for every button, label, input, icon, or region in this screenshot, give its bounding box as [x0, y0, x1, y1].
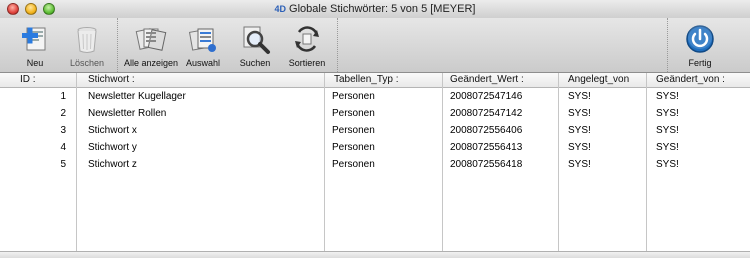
- cell-geaendert-von: SYS!: [656, 159, 679, 170]
- column-header-geaendert-wert[interactable]: Geändert_Wert :: [446, 73, 556, 87]
- column-header-angelegt-von[interactable]: Angelegt_von: [564, 73, 646, 87]
- table-header: ID : Stichwort : Tabellen_Typ : Geändert…: [0, 73, 750, 88]
- new-button-label: Neu: [26, 58, 44, 68]
- cell-tabellen-typ: Personen: [332, 159, 375, 170]
- cell-tabellen-typ: Personen: [332, 108, 375, 119]
- toolbar-separator: [667, 18, 668, 72]
- cell-angelegt-von: SYS!: [568, 142, 591, 153]
- sort-button[interactable]: Sortieren: [277, 20, 337, 70]
- table-row[interactable]: 5 Stichwort z Personen 2008072556418 SYS…: [0, 156, 750, 173]
- window-title: Globale Stichwörter: 5 von 5 [MEYER]: [289, 3, 476, 15]
- search-button-label: Suchen: [239, 58, 271, 68]
- cell-angelegt-von: SYS!: [568, 125, 591, 136]
- cell-id: 4: [60, 142, 66, 153]
- cell-geaendert-wert: 2008072556413: [450, 142, 523, 153]
- cell-geaendert-von: SYS!: [656, 108, 679, 119]
- show-all-button-label: Alle anzeigen: [123, 58, 179, 68]
- table-row[interactable]: 4 Stichwort y Personen 2008072556413 SYS…: [0, 139, 750, 156]
- table-row[interactable]: 1 Newsletter Kugellager Personen 2008072…: [0, 88, 750, 105]
- title-bar: 4D Globale Stichwörter: 5 von 5 [MEYER]: [0, 0, 750, 19]
- show-all-icon: [135, 28, 167, 51]
- magnifier-icon: [243, 26, 270, 54]
- cell-geaendert-von: SYS!: [656, 142, 679, 153]
- table-row[interactable]: 2 Newsletter Rollen Personen 20080725471…: [0, 105, 750, 122]
- cell-geaendert-wert: 2008072556406: [450, 125, 523, 136]
- toolbar-separator: [117, 18, 118, 72]
- app-logo-icon: 4D: [274, 4, 287, 14]
- delete-button-label: Löschen: [69, 58, 105, 68]
- column-header-stichwort[interactable]: Stichwort :: [84, 73, 324, 87]
- cell-tabellen-typ: Personen: [332, 142, 375, 153]
- cell-geaendert-von: SYS!: [656, 125, 679, 136]
- sort-icon: [295, 26, 319, 52]
- cell-stichwort: Newsletter Kugellager: [88, 91, 186, 102]
- column-header-id[interactable]: ID :: [16, 73, 76, 87]
- delete-button[interactable]: Löschen: [57, 20, 117, 70]
- cell-tabellen-typ: Personen: [332, 125, 375, 136]
- cell-stichwort: Stichwort x: [88, 125, 137, 136]
- cell-geaendert-wert: 2008072556418: [450, 159, 523, 170]
- done-button-label: Fertig: [688, 58, 712, 68]
- cell-angelegt-von: SYS!: [568, 159, 591, 170]
- column-header-geaendert-von[interactable]: Geändert_von :: [652, 73, 750, 87]
- column-header-tabellen-typ[interactable]: Tabellen_Typ :: [330, 73, 440, 87]
- done-button[interactable]: Fertig: [670, 20, 730, 70]
- cell-angelegt-von: SYS!: [568, 108, 591, 119]
- cell-id: 3: [60, 125, 66, 136]
- cell-id: 5: [60, 159, 66, 170]
- cell-geaendert-wert: 2008072547146: [450, 91, 523, 102]
- table-row[interactable]: 3 Stichwort x Personen 2008072556406 SYS…: [0, 122, 750, 139]
- show-all-button[interactable]: Alle anzeigen: [121, 20, 181, 70]
- sort-button-label: Sortieren: [288, 58, 326, 68]
- cell-angelegt-von: SYS!: [568, 91, 591, 102]
- trash-icon: [77, 27, 97, 53]
- cell-id: 2: [60, 108, 66, 119]
- new-record-icon: [22, 27, 46, 51]
- cell-stichwort: Newsletter Rollen: [88, 108, 167, 119]
- cell-tabellen-typ: Personen: [332, 91, 375, 102]
- power-icon: [686, 25, 714, 53]
- cell-geaendert-wert: 2008072547142: [450, 108, 523, 119]
- search-button[interactable]: Suchen: [225, 20, 285, 70]
- toolbar-separator: [337, 18, 338, 72]
- toolbar: Neu Löschen Alle anzeigen Auswahl Suchen…: [0, 18, 750, 73]
- new-button[interactable]: Neu: [5, 20, 65, 70]
- horizontal-scrollbar[interactable]: [0, 251, 750, 258]
- subset-button-label: Auswahl: [185, 58, 221, 68]
- app-window: 4D Globale Stichwörter: 5 von 5 [MEYER] N…: [0, 0, 750, 258]
- records-table: ID : Stichwort : Tabellen_Typ : Geändert…: [0, 73, 750, 258]
- window-title-container: 4D Globale Stichwörter: 5 von 5 [MEYER]: [0, 0, 750, 18]
- cell-id: 1: [60, 91, 66, 102]
- subset-icon: [188, 28, 216, 52]
- cell-geaendert-von: SYS!: [656, 91, 679, 102]
- subset-button[interactable]: Auswahl: [173, 20, 233, 70]
- cell-stichwort: Stichwort y: [88, 142, 137, 153]
- cell-stichwort: Stichwort z: [88, 159, 137, 170]
